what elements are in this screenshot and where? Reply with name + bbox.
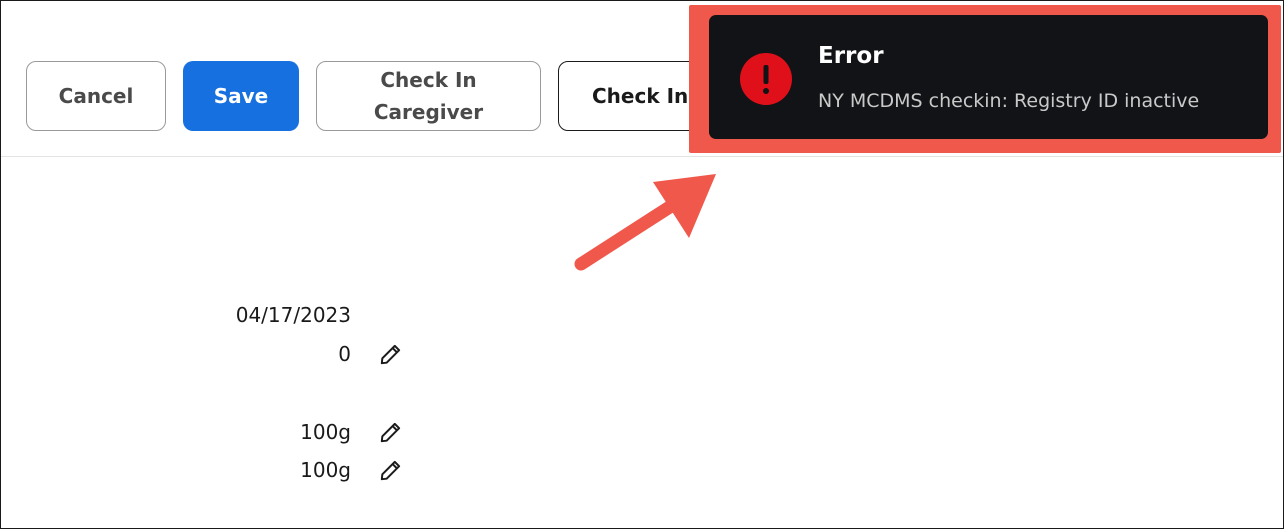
error-icon [740, 53, 792, 105]
check-in-caregiver-label-line2: Caregiver [373, 100, 484, 124]
cancel-button[interactable]: Cancel [26, 61, 166, 131]
check-in-caregiver-label-line1: Check In [380, 68, 477, 92]
toast-message: NY MCDMS checkin: Registry ID inactive [818, 90, 1200, 112]
edit-weight-2-pencil-icon[interactable] [378, 457, 404, 483]
save-button[interactable]: Save [183, 61, 299, 131]
check-in-caregiver-button[interactable]: Check In Caregiver [316, 61, 541, 131]
weight-value-1: 100g [300, 420, 351, 444]
error-toast [709, 15, 1268, 139]
toast-title: Error [818, 43, 884, 69]
annotation-arrow-icon [574, 174, 716, 271]
edit-count-pencil-icon[interactable] [378, 341, 404, 367]
count-value: 0 [338, 342, 351, 366]
edit-weight-1-pencil-icon[interactable] [378, 419, 404, 445]
date-value: 04/17/2023 [235, 303, 351, 327]
toolbar-divider [1, 156, 1283, 157]
weight-value-2: 100g [300, 458, 351, 482]
page-frame: Cancel Save Check In Caregiver Check In … [0, 0, 1284, 529]
